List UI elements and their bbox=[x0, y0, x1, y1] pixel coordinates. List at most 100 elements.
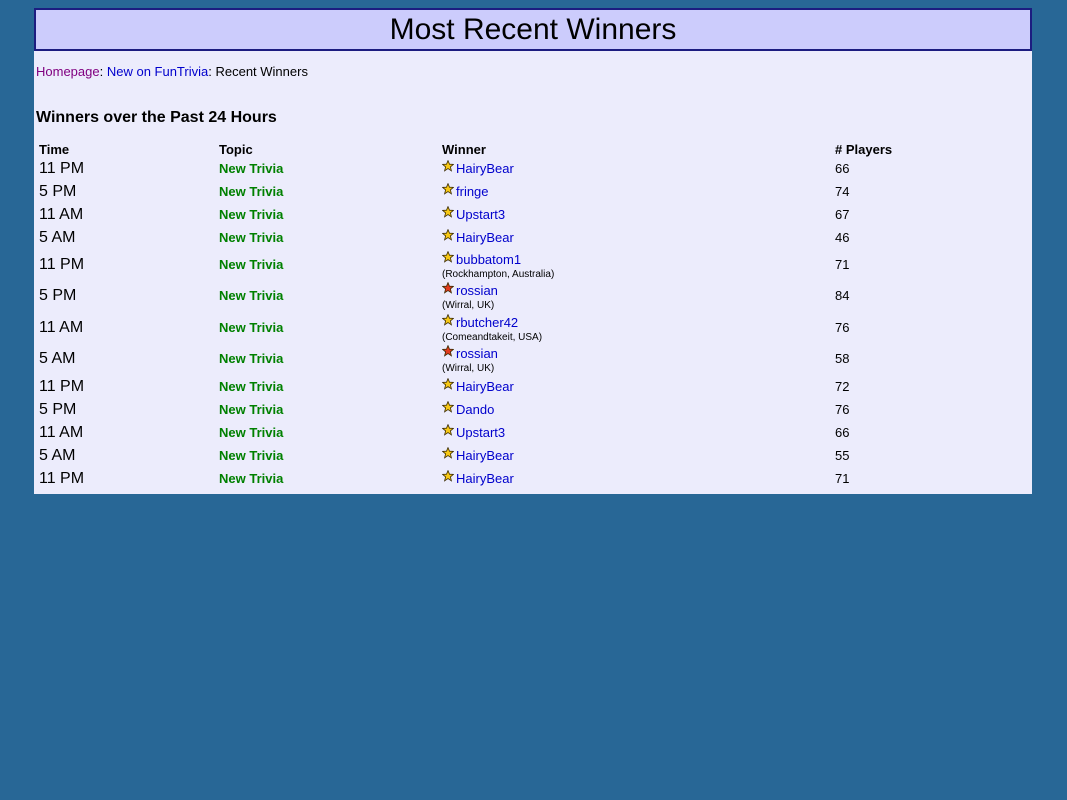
row-winner-location: (Wirral, UK) bbox=[442, 300, 495, 312]
gold-star-icon bbox=[441, 446, 455, 459]
gold-star-icon bbox=[441, 159, 455, 172]
gold-star-icon bbox=[441, 469, 455, 482]
row-topic-link[interactable]: New Trivia bbox=[219, 161, 283, 176]
row-topic-link[interactable]: New Trivia bbox=[219, 402, 283, 417]
row-time: 5 AM bbox=[39, 446, 76, 464]
content-area: Homepage: New on FunTrivia: Recent Winne… bbox=[34, 64, 1032, 494]
main-panel: Most Recent Winners Homepage: New on Fun… bbox=[34, 8, 1032, 494]
row-time: 11 AM bbox=[39, 423, 84, 441]
row-time: 5 PM bbox=[39, 287, 77, 305]
gold-star-icon bbox=[441, 205, 455, 218]
breadcrumb-new-on-funtrivia-link[interactable]: New on FunTrivia bbox=[107, 64, 208, 79]
row-winner-link[interactable]: HairyBear bbox=[456, 448, 514, 463]
gold-star-icon bbox=[441, 400, 455, 413]
row-winner-link[interactable]: rossian bbox=[456, 346, 498, 361]
row-player-count: 71 bbox=[835, 256, 850, 272]
table-row: 11 PM New Trivia HairyBear 66 bbox=[36, 157, 1026, 180]
row-time: 11 PM bbox=[39, 255, 85, 273]
table-row: 5 PM New Trivia Dando 76 bbox=[36, 398, 1026, 421]
section-title: Winners over the Past 24 Hours bbox=[36, 109, 277, 126]
table-row: 5 PM New Trivia fringe 74 bbox=[36, 180, 1026, 203]
gold-star-icon bbox=[441, 313, 455, 326]
red-star-icon bbox=[441, 281, 455, 294]
gold-star-icon bbox=[441, 182, 455, 195]
row-winner-link[interactable]: HairyBear bbox=[456, 379, 514, 394]
row-player-count: 74 bbox=[835, 183, 850, 199]
column-header-winner: Winner bbox=[442, 142, 486, 157]
row-winner-link[interactable]: Upstart3 bbox=[456, 207, 505, 222]
table-bottom-spacer bbox=[36, 490, 1030, 494]
row-winner-link[interactable]: HairyBear bbox=[456, 230, 514, 245]
row-time: 11 AM bbox=[39, 318, 84, 336]
red-star-icon bbox=[441, 344, 455, 357]
row-topic-link[interactable]: New Trivia bbox=[219, 288, 283, 303]
winners-table-body: 11 PM New Trivia HairyBear 66 5 PM New Trivia… bbox=[36, 157, 1026, 490]
gold-star-icon bbox=[441, 228, 455, 241]
row-player-count: 76 bbox=[835, 401, 850, 417]
column-header-time: Time bbox=[39, 142, 70, 157]
row-winner-location: (Wirral, UK) bbox=[442, 363, 495, 375]
row-topic-link[interactable]: New Trivia bbox=[219, 207, 283, 222]
row-topic-link[interactable]: New Trivia bbox=[219, 184, 283, 199]
breadcrumb: Homepage: New on FunTrivia: Recent Winne… bbox=[36, 64, 1030, 80]
page-title-bar: Most Recent Winners bbox=[34, 8, 1032, 51]
table-row: 11 PM New Trivia HairyBear 71 bbox=[36, 467, 1026, 490]
table-row: 5 AM New Trivia rossian (Wirral, UK) 58 bbox=[36, 344, 1026, 376]
row-topic-link[interactable]: New Trivia bbox=[219, 230, 283, 245]
row-winner-link[interactable]: Dando bbox=[456, 402, 494, 417]
row-winner-link[interactable]: HairyBear bbox=[456, 161, 514, 176]
table-row: 5 AM New Trivia HairyBear 55 bbox=[36, 444, 1026, 467]
row-time: 11 PM bbox=[39, 159, 85, 177]
row-winner-link[interactable]: rbutcher42 bbox=[456, 315, 518, 330]
column-header-players: # Players bbox=[835, 142, 893, 157]
row-topic-link[interactable]: New Trivia bbox=[219, 471, 283, 486]
table-row: 11 PM New Trivia HairyBear 72 bbox=[36, 375, 1026, 398]
row-player-count: 76 bbox=[835, 319, 850, 335]
row-player-count: 58 bbox=[835, 351, 850, 367]
row-topic-link[interactable]: New Trivia bbox=[219, 351, 283, 366]
column-header-topic: Topic bbox=[219, 142, 253, 157]
row-winner-link[interactable]: fringe bbox=[456, 184, 489, 199]
row-player-count: 66 bbox=[835, 160, 850, 176]
row-player-count: 55 bbox=[835, 447, 850, 463]
row-topic-link[interactable]: New Trivia bbox=[219, 379, 283, 394]
row-winner-link[interactable]: Upstart3 bbox=[456, 425, 505, 440]
row-player-count: 84 bbox=[835, 288, 850, 304]
row-player-count: 66 bbox=[835, 424, 850, 440]
breadcrumb-current: Recent Winners bbox=[215, 64, 308, 79]
table-row: 11 AM New Trivia rbutcher42 (Comeandtakeit,… bbox=[36, 312, 1026, 344]
table-row: 5 AM New Trivia HairyBear 46 bbox=[36, 226, 1026, 249]
winners-table: Time Topic Winner # Players 11 PM New Tri… bbox=[36, 138, 1026, 490]
table-row: 5 PM New Trivia rossian (Wirral, UK) 84 bbox=[36, 281, 1026, 313]
row-time: 11 AM bbox=[39, 205, 84, 223]
table-row: 11 AM New Trivia Upstart3 67 bbox=[36, 203, 1026, 226]
row-winner-link[interactable]: bubbatom1 bbox=[456, 252, 521, 267]
row-time: 5 PM bbox=[39, 182, 77, 200]
gold-star-icon bbox=[441, 423, 455, 436]
row-time: 5 AM bbox=[39, 350, 76, 368]
table-header-row: Time Topic Winner # Players bbox=[36, 138, 1026, 157]
row-winner-link[interactable]: rossian bbox=[456, 283, 498, 298]
row-time: 11 PM bbox=[39, 377, 85, 395]
row-winner-location: (Rockhampton, Australia) bbox=[442, 268, 555, 280]
row-winner-location: (Comeandtakeit, USA) bbox=[442, 331, 543, 343]
row-player-count: 72 bbox=[835, 378, 850, 394]
row-player-count: 46 bbox=[835, 229, 850, 245]
page-title: Most Recent Winners bbox=[389, 12, 677, 46]
row-topic-link[interactable]: New Trivia bbox=[219, 448, 283, 463]
row-winner-link[interactable]: HairyBear bbox=[456, 471, 514, 486]
row-time: 5 PM bbox=[39, 400, 77, 418]
gold-star-icon bbox=[441, 377, 455, 390]
row-topic-link[interactable]: New Trivia bbox=[219, 257, 283, 272]
row-topic-link[interactable]: New Trivia bbox=[219, 320, 283, 335]
row-topic-link[interactable]: New Trivia bbox=[219, 425, 283, 440]
breadcrumb-separator: : bbox=[99, 64, 107, 79]
row-player-count: 67 bbox=[835, 206, 850, 222]
row-player-count: 71 bbox=[835, 470, 850, 486]
table-row: 11 PM New Trivia bubbatom1 (Rockhampton, Au… bbox=[36, 249, 1026, 281]
gold-star-icon bbox=[441, 250, 455, 263]
table-row: 11 AM New Trivia Upstart3 66 bbox=[36, 421, 1026, 444]
row-time: 5 AM bbox=[39, 228, 76, 246]
breadcrumb-homepage-link[interactable]: Homepage bbox=[36, 64, 100, 79]
row-time: 11 PM bbox=[39, 469, 85, 487]
